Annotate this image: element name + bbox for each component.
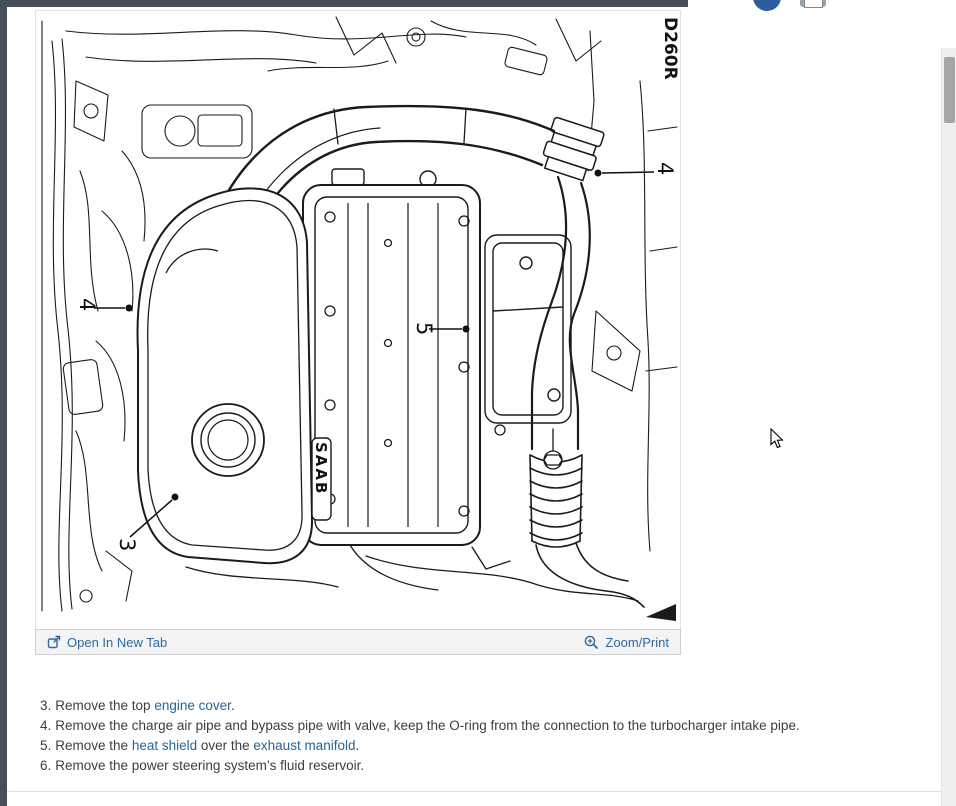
zoom-print-link[interactable]: Zoom/Print (584, 635, 669, 650)
step-text: Remove the (55, 738, 132, 753)
instruction-steps: 3. Remove the top engine cover. 4. Remove … (40, 696, 800, 776)
diagram-code-label: D260R (660, 17, 680, 80)
step-line-3: 3. Remove the top engine cover. (40, 696, 800, 716)
page: { "colors": { "chrome_dark": "#454f59", … (0, 0, 956, 806)
callout-4-left-label: 4 (75, 298, 99, 311)
step-number: 5. (40, 738, 51, 753)
left-edge-bar (0, 0, 7, 806)
callout-3-label: 3 (115, 538, 139, 551)
heat-shield-panel-art (485, 235, 571, 423)
step-line-5: 5. Remove the heat shield over the exhaus… (40, 736, 800, 756)
bottom-divider (7, 791, 941, 792)
engine-diagram-container: SAAB (35, 10, 681, 629)
step-number: 4. (40, 718, 51, 733)
saab-badge: SAAB (312, 438, 331, 520)
exhaust-manifold-link[interactable]: exhaust manifold (253, 738, 355, 753)
step-text: over the (197, 738, 253, 753)
step-number: 3. (40, 698, 51, 713)
heat-shield-link[interactable]: heat shield (132, 738, 197, 753)
scrollbar-thumb[interactable] (944, 57, 955, 123)
callout-4-right-label: 4 (653, 162, 677, 175)
step-text: Remove the charge air pipe and bypass pi… (55, 718, 799, 733)
open-in-new-tab-icon (47, 635, 61, 649)
step-text: . (231, 698, 235, 713)
open-in-new-tab-link[interactable]: Open In New Tab (47, 635, 167, 650)
zoom-print-label: Zoom/Print (605, 635, 669, 650)
figure-footer-bar: Open In New Tab Zoom/Print (35, 629, 681, 655)
step-text: Remove the power steering system’s fluid… (55, 758, 364, 773)
step-line-4: 4. Remove the charge air pipe and bypass … (40, 716, 800, 736)
saab-badge-label: SAAB (312, 442, 330, 495)
printer-icon[interactable] (800, 0, 826, 7)
step-line-6: 6. Remove the power steering system’s flu… (40, 756, 800, 776)
zoom-icon (584, 635, 599, 650)
callout-5-label: 5 (412, 322, 436, 335)
top-toolbar (740, 0, 860, 14)
user-circle-icon[interactable] (753, 0, 781, 11)
engine-cover-link[interactable]: engine cover (154, 698, 231, 713)
step-number: 6. (40, 758, 51, 773)
scrollbar[interactable] (941, 48, 956, 806)
step-text: Remove the top (55, 698, 154, 713)
open-in-new-tab-label: Open In New Tab (67, 635, 167, 650)
engine-diagram-image: SAAB (36, 11, 680, 628)
top-edge-bar (0, 0, 688, 7)
figure-panel: SAAB (35, 10, 681, 655)
step-text: . (355, 738, 359, 753)
mouse-cursor (770, 428, 784, 454)
